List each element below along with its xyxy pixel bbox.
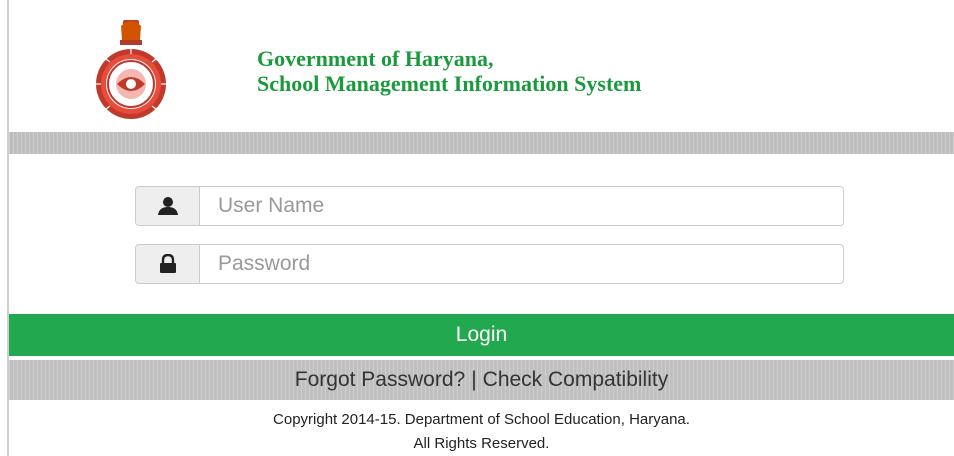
login-page: Government of Haryana, School Management… xyxy=(0,0,954,456)
username-group xyxy=(135,186,844,226)
login-button[interactable]: Login xyxy=(9,314,954,356)
footer: Copyright 2014-15. Department of School … xyxy=(9,408,954,456)
password-input[interactable] xyxy=(200,245,843,283)
user-icon xyxy=(136,187,200,225)
help-links-bar: Forgot Password? | Check Compatibility xyxy=(9,360,954,400)
copyright-line-2: All Rights Reserved. xyxy=(413,435,550,452)
forgot-password-link[interactable]: Forgot Password? xyxy=(295,368,465,392)
header-divider-band xyxy=(9,132,954,154)
site-title: Government of Haryana, School Management… xyxy=(257,46,641,96)
header: Government of Haryana, School Management… xyxy=(9,0,954,132)
username-input[interactable] xyxy=(200,187,843,225)
check-compatibility-link[interactable]: Check Compatibility xyxy=(483,368,669,392)
copyright-line-1: Copyright 2014-15. Department of School … xyxy=(273,411,690,428)
title-line-2: School Management Information System xyxy=(257,71,642,96)
password-group xyxy=(135,244,844,284)
lock-icon xyxy=(136,245,200,283)
title-line-1: Government of Haryana, xyxy=(257,46,494,71)
haryana-emblem-icon xyxy=(96,20,166,119)
link-separator: | xyxy=(471,368,477,391)
